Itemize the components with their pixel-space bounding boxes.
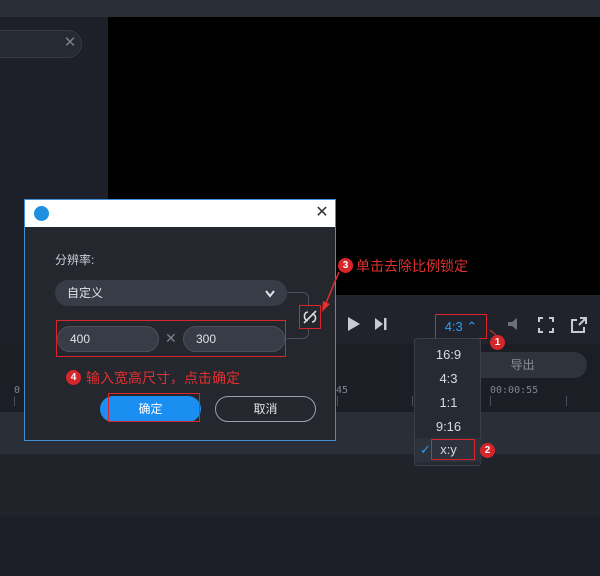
step-badge-2: 2 xyxy=(480,443,495,458)
step-badge-3: 3 xyxy=(338,258,353,273)
step-badge-4: 4 xyxy=(66,370,81,385)
annotation-step-3: 单击去除比例锁定 xyxy=(356,258,468,274)
annotation-step-4: 输入宽高尺寸，点击确定 xyxy=(86,370,240,386)
step-badge-1: 1 xyxy=(490,335,505,350)
annotation-arrow xyxy=(322,271,497,336)
